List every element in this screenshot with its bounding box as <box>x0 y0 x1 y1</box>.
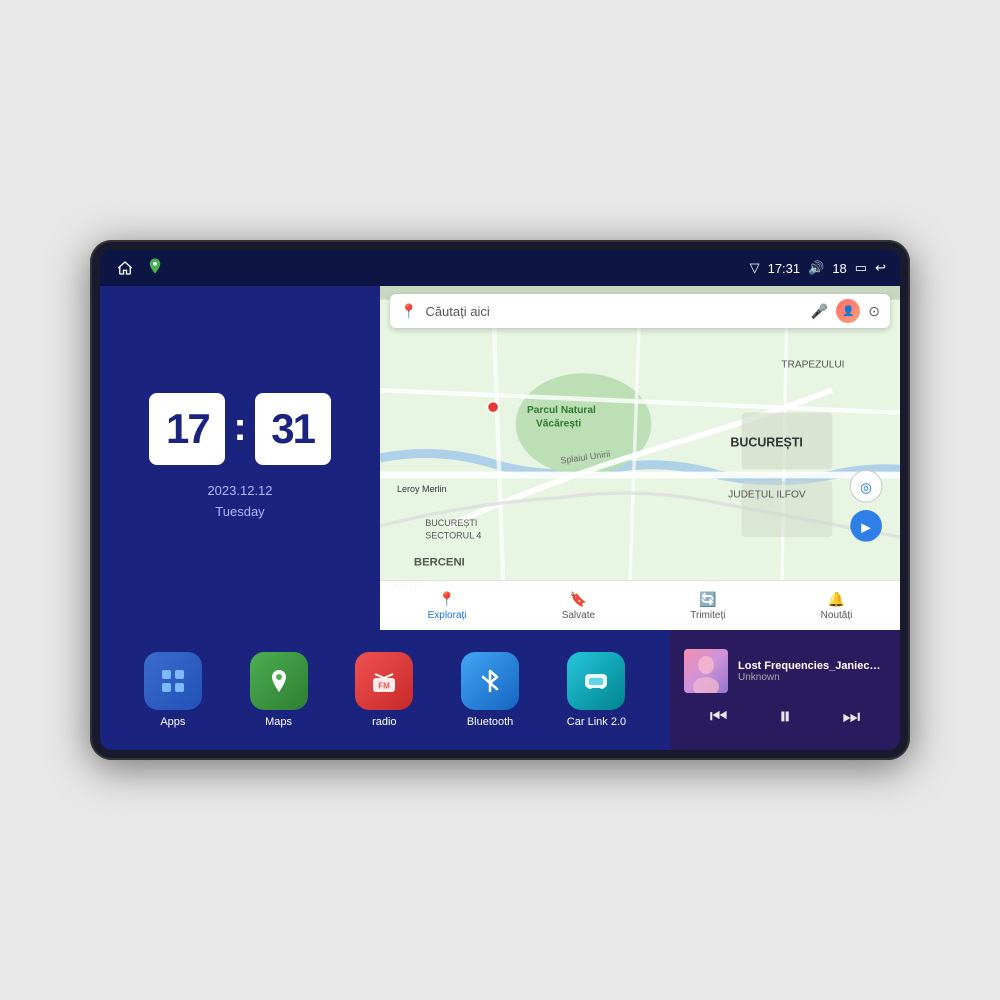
svg-text:SECTORUL 4: SECTORUL 4 <box>425 530 481 540</box>
clock-colon: : <box>233 405 246 450</box>
maps-label: Maps <box>265 716 292 728</box>
time-display: 17:31 <box>768 261 801 276</box>
svg-text:BERCENI: BERCENI <box>414 556 465 568</box>
apps-label: Apps <box>160 716 185 728</box>
music-info: Lost Frequencies_Janieck Devy-... Unknow… <box>684 649 886 693</box>
device-screen: ▽ 17:31 🔊 18 ▭ ↩ 17 : 31 2023 <box>100 250 900 750</box>
svg-text:FM: FM <box>379 682 391 691</box>
explore-label: Explorați <box>428 610 467 621</box>
app-icon-carlink[interactable]: Car Link 2.0 <box>567 652 626 728</box>
svg-text:◎: ◎ <box>860 480 872 495</box>
signal-icon: ▽ <box>750 260 760 276</box>
clock-hour: 17 <box>149 393 225 465</box>
volume-icon: 🔊 <box>808 260 824 276</box>
music-thumbnail <box>684 649 728 693</box>
play-pause-button[interactable]: ⏸ <box>779 703 791 731</box>
svg-text:BUCUREȘTI: BUCUREȘTI <box>730 436 802 450</box>
volume-level: 18 <box>832 261 846 276</box>
map-menu-icon[interactable]: ⊙ <box>868 303 880 320</box>
app-icon-maps[interactable]: Maps <box>250 652 308 728</box>
svg-text:▶: ▶ <box>861 520 871 534</box>
map-tab-saved[interactable]: 🔖 Salvate <box>562 591 595 621</box>
bluetooth-label: Bluetooth <box>467 716 513 728</box>
music-title: Lost Frequencies_Janieck Devy-... <box>738 660 886 672</box>
news-icon: 🔔 <box>828 591 845 608</box>
main-content: 17 : 31 2023.12.12 Tuesday <box>100 286 900 750</box>
car-display-device: ▽ 17:31 🔊 18 ▭ ↩ 17 : 31 2023 <box>90 240 910 760</box>
apps-row: Apps Maps <box>100 630 670 750</box>
status-right: ▽ 17:31 🔊 18 ▭ ↩ <box>750 260 886 276</box>
send-label: Trimiteți <box>690 610 725 621</box>
back-icon[interactable]: ↩ <box>875 260 886 276</box>
radio-icon: FM <box>355 652 413 710</box>
clock-panel: 17 : 31 2023.12.12 Tuesday <box>100 286 380 630</box>
clock-minute: 31 <box>255 393 331 465</box>
map-tab-explore[interactable]: 📍 Explorați <box>428 591 467 621</box>
svg-text:Văcărești: Văcărești <box>536 418 581 429</box>
maps-pin-small: 📍 <box>400 303 417 320</box>
map-tab-send[interactable]: 🔄 Trimiteți <box>690 591 725 621</box>
map-tab-news[interactable]: 🔔 Noutăți <box>821 591 853 621</box>
explore-icon: 📍 <box>438 591 455 608</box>
clock-date: 2023.12.12 Tuesday <box>207 481 272 523</box>
bottom-section: Apps Maps <box>100 630 900 750</box>
saved-icon: 🔖 <box>570 591 587 608</box>
maps-status-icon[interactable] <box>146 257 164 280</box>
svg-text:TRAPEZULUI: TRAPEZULUI <box>781 360 844 371</box>
top-section: 17 : 31 2023.12.12 Tuesday <box>100 286 900 630</box>
music-artist: Unknown <box>738 672 886 683</box>
map-bottom-bar: 📍 Explorați 🔖 Salvate 🔄 Trimiteți � <box>380 580 900 630</box>
carlink-label: Car Link 2.0 <box>567 716 626 728</box>
map-panel[interactable]: BUCUREȘTI JUDEȚUL ILFOV TRAPEZULUI BERCE… <box>380 286 900 630</box>
clock-display: 17 : 31 <box>149 393 330 465</box>
status-bar: ▽ 17:31 🔊 18 ▭ ↩ <box>100 250 900 286</box>
maps-icon <box>250 652 308 710</box>
user-avatar[interactable]: 👤 <box>836 299 860 323</box>
status-left <box>114 257 164 280</box>
next-button[interactable]: ⏭ <box>842 706 860 729</box>
svg-text:Parcul Natural: Parcul Natural <box>527 405 596 416</box>
map-search-bar[interactable]: 📍 Căutați aici 🎤 👤 ⊙ <box>390 294 890 328</box>
send-icon: 🔄 <box>699 591 716 608</box>
music-details: Lost Frequencies_Janieck Devy-... Unknow… <box>738 660 886 683</box>
app-icon-apps[interactable]: Apps <box>144 652 202 728</box>
apps-icon <box>144 652 202 710</box>
home-icon[interactable] <box>114 259 136 277</box>
svg-text:JUDEȚUL ILFOV: JUDEȚUL ILFOV <box>728 490 806 501</box>
music-player: Lost Frequencies_Janieck Devy-... Unknow… <box>670 630 900 750</box>
radio-label: radio <box>372 716 396 728</box>
app-icon-radio[interactable]: FM radio <box>355 652 413 728</box>
bluetooth-icon <box>461 652 519 710</box>
saved-label: Salvate <box>562 610 595 621</box>
battery-icon: ▭ <box>855 260 867 276</box>
svg-text:Leroy Merlin: Leroy Merlin <box>397 484 447 494</box>
prev-button[interactable]: ⏮ <box>710 706 728 729</box>
app-icon-bluetooth[interactable]: Bluetooth <box>461 652 519 728</box>
news-label: Noutăți <box>821 610 853 621</box>
search-text[interactable]: Căutați aici <box>425 304 802 319</box>
music-controls: ⏮ ⏸ ⏭ <box>684 703 886 731</box>
mic-icon[interactable]: 🎤 <box>811 303 828 320</box>
carlink-icon <box>567 652 625 710</box>
svg-text:BUCUREȘTI: BUCUREȘTI <box>425 518 477 528</box>
